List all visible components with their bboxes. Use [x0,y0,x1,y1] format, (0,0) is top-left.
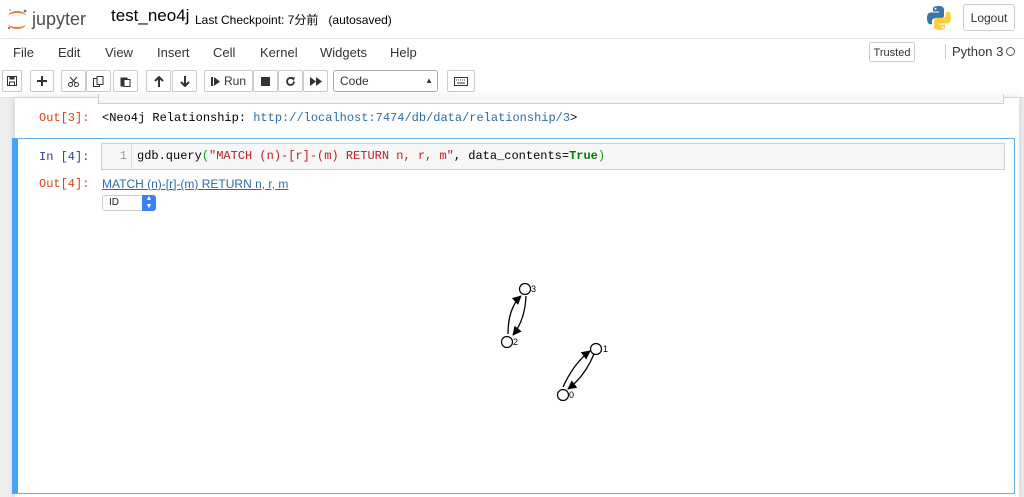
restart-run-all-button[interactable] [303,70,328,92]
menu-cell[interactable]: Cell [213,45,235,60]
node-label-1: 1 [603,344,608,354]
save-icon [7,76,17,86]
edge-3-to-2 [512,295,527,336]
node-label-0: 0 [569,390,574,400]
cell-type-select[interactable]: Code ▲▼ [333,70,438,105]
graph-node-2: 2 [500,335,518,349]
restart-button[interactable] [278,70,303,92]
move-down-button[interactable] [172,70,197,92]
jupyter-logo-icon [7,9,27,30]
keyboard-icon [454,76,468,86]
graph-visualization[interactable]: 3 2 1 0 [0,98,1024,497]
restart-icon [286,76,295,86]
edges-layer [507,295,595,390]
graph-node-1: 1 [589,342,608,356]
fast-forward-icon [309,76,322,86]
jupyter-wordmark: jupyter [31,9,86,29]
cell-type-value: Code [340,74,369,88]
logout-button[interactable]: Logout [963,4,1015,31]
save-button[interactable] [2,70,22,92]
command-palette-button[interactable] [447,70,475,92]
interrupt-button[interactable] [253,70,278,92]
scissors-icon [68,76,79,87]
copy-icon [93,75,104,87]
move-up-button[interactable] [146,70,171,92]
checkpoint-status: Last Checkpoint: 7分前 (autosaved) [195,13,392,27]
menu-help[interactable]: Help [390,45,417,60]
arrow-down-icon [179,75,190,87]
menu-widgets[interactable]: Widgets [320,45,367,60]
notebook-area[interactable]: Out[3]: <Neo4j Relationship: http://loca… [0,94,1024,497]
cut-button[interactable] [61,70,86,92]
edge-2-to-3 [507,295,522,335]
stop-icon [261,76,270,86]
run-label: Run [223,74,246,88]
kernel-name[interactable]: Python 3 [945,44,1003,59]
graph-node-0: 0 [556,388,574,402]
menu-file[interactable]: File [13,45,34,60]
menu-kernel[interactable]: Kernel [260,45,298,60]
notebook-name[interactable]: test_neo4j [111,6,189,26]
step-forward-icon [210,76,220,86]
trusted-indicator[interactable]: Trusted [869,42,915,62]
arrow-up-icon [153,75,164,87]
graph-node-3: 3 [518,282,536,296]
jupyter-logo[interactable]: jupyter [6,5,106,33]
python-logo-icon [927,6,951,31]
paste-icon [120,77,131,87]
run-button[interactable]: Run [204,70,253,92]
menu-insert[interactable]: Insert [157,45,190,60]
paste-button[interactable] [113,70,138,92]
title-bar: jupyter test_neo4j Last Checkpoint: 7分前 … [0,0,1024,38]
menu-view[interactable]: View [105,45,133,60]
insert-cell-button[interactable] [30,70,54,92]
plus-icon [37,76,47,86]
menu-edit[interactable]: Edit [58,45,80,60]
copy-button[interactable] [86,70,111,92]
header: jupyter test_neo4j Last Checkpoint: 7分前 … [0,0,1024,105]
kernel-idle-icon [1006,47,1015,56]
node-label-2: 2 [513,337,518,347]
node-label-3: 3 [531,284,536,294]
